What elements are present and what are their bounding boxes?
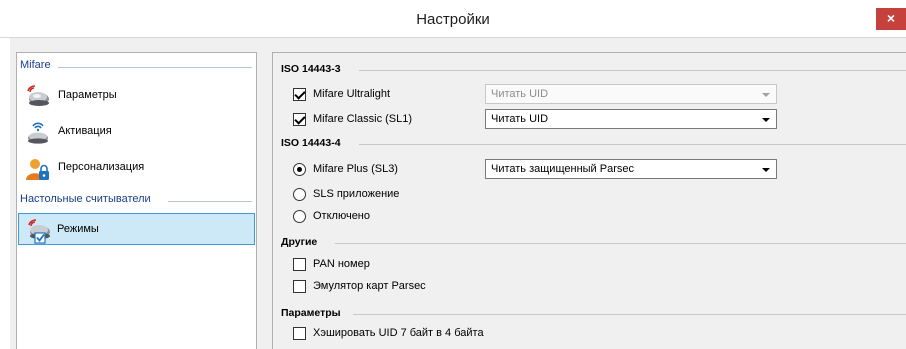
hash-uid-checkbox-row[interactable]: Хэшировать UID 7 байт в 4 байта <box>293 325 484 341</box>
mifare-classic-checkbox[interactable] <box>293 112 306 126</box>
mifare-ultralight-checkbox[interactable] <box>293 87 306 101</box>
checkbox-label: Эмулятор карт Parsec <box>313 280 426 292</box>
sidebar-item-label: Активация <box>58 125 112 137</box>
select-value: Читать UID <box>491 113 549 125</box>
section-title-parameters: Параметры <box>281 307 341 319</box>
reader-wifi-icon <box>28 122 48 144</box>
title-bar: Настройки × <box>0 0 906 38</box>
reader-check-icon <box>28 219 50 244</box>
user-lock-icon <box>26 159 49 180</box>
checkbox-label: PAN номер <box>313 258 370 270</box>
chevron-down-icon <box>762 93 770 97</box>
sidebar: Mifare Параметры Активация Персонализаци… <box>16 52 257 349</box>
disabled-radio-row[interactable]: Отключено <box>293 208 370 224</box>
section-title-iso14443-3: ISO 14443-3 <box>281 63 341 75</box>
divider <box>353 314 906 315</box>
mifare-ultralight-mode-select[interactable]: Читать UID <box>485 84 777 104</box>
section-title-iso14443-4: ISO 14443-4 <box>281 137 341 149</box>
sidebar-group-label: Настольные считыватели <box>20 193 151 205</box>
mifare-plus-radio-row[interactable]: Mifare Plus (SL3) <box>293 161 398 177</box>
checkbox-label: Mifare Ultralight <box>313 88 391 100</box>
divider <box>359 70 906 71</box>
mifare-plus-mode-select[interactable]: Читать защищенный Parsec <box>485 159 777 179</box>
checkbox-label: Хэшировать UID 7 байт в 4 байта <box>313 327 484 339</box>
chevron-down-icon <box>762 118 770 122</box>
sidebar-item-label: Параметры <box>58 89 117 101</box>
mifare-ultralight-checkbox-row[interactable]: Mifare Ultralight <box>293 86 390 102</box>
mifare-classic-mode-select[interactable]: Читать UID <box>485 109 777 129</box>
divider <box>335 243 906 244</box>
chevron-down-icon <box>762 168 770 172</box>
sidebar-item-personalization[interactable]: Персонализация <box>18 152 255 184</box>
mifare-plus-radio[interactable] <box>293 162 306 176</box>
radio-label: SLS приложение <box>313 188 400 200</box>
sls-app-radio-row[interactable]: SLS приложение <box>293 186 399 202</box>
close-button[interactable]: × <box>876 8 906 30</box>
divider <box>359 144 906 145</box>
radio-label: Отключено <box>313 210 370 222</box>
sidebar-group-desktop-readers: Настольные считыватели <box>20 193 252 209</box>
sls-app-radio[interactable] <box>293 187 306 201</box>
checkbox-label: Mifare Classic (SL1) <box>313 113 413 125</box>
mifare-classic-checkbox-row[interactable]: Mifare Classic (SL1) <box>293 111 412 127</box>
sidebar-item-label: Персонализация <box>58 161 145 173</box>
sidebar-group-mifare: Mifare <box>20 59 252 75</box>
reader-signal-icon <box>27 85 49 106</box>
sidebar-group-label: Mifare <box>20 59 51 71</box>
sidebar-item-parameters[interactable]: Параметры <box>18 80 255 112</box>
section-title-other: Другие <box>281 236 318 248</box>
parsec-emulator-checkbox-row[interactable]: Эмулятор карт Parsec <box>293 278 426 294</box>
settings-panel: ISO 14443-3 Mifare Ultralight Читать UID… <box>272 52 906 349</box>
pan-number-checkbox[interactable] <box>293 257 306 271</box>
pan-number-checkbox-row[interactable]: PAN номер <box>293 256 370 272</box>
sidebar-item-activation[interactable]: Активация <box>18 116 255 148</box>
radio-label: Mifare Plus (SL3) <box>313 163 398 175</box>
divider <box>168 201 252 202</box>
settings-window: Mifare Параметры Активация Персонализаци… <box>10 38 906 349</box>
sidebar-item-modes[interactable]: Режимы <box>18 213 255 245</box>
select-value: Читать UID <box>491 88 549 100</box>
divider <box>58 67 252 68</box>
select-value: Читать защищенный Parsec <box>491 163 634 175</box>
sidebar-item-label: Режимы <box>57 223 99 235</box>
parsec-emulator-checkbox[interactable] <box>293 279 306 293</box>
window-title: Настройки <box>416 11 490 28</box>
hash-uid-checkbox[interactable] <box>293 326 306 340</box>
disabled-radio[interactable] <box>293 209 306 223</box>
